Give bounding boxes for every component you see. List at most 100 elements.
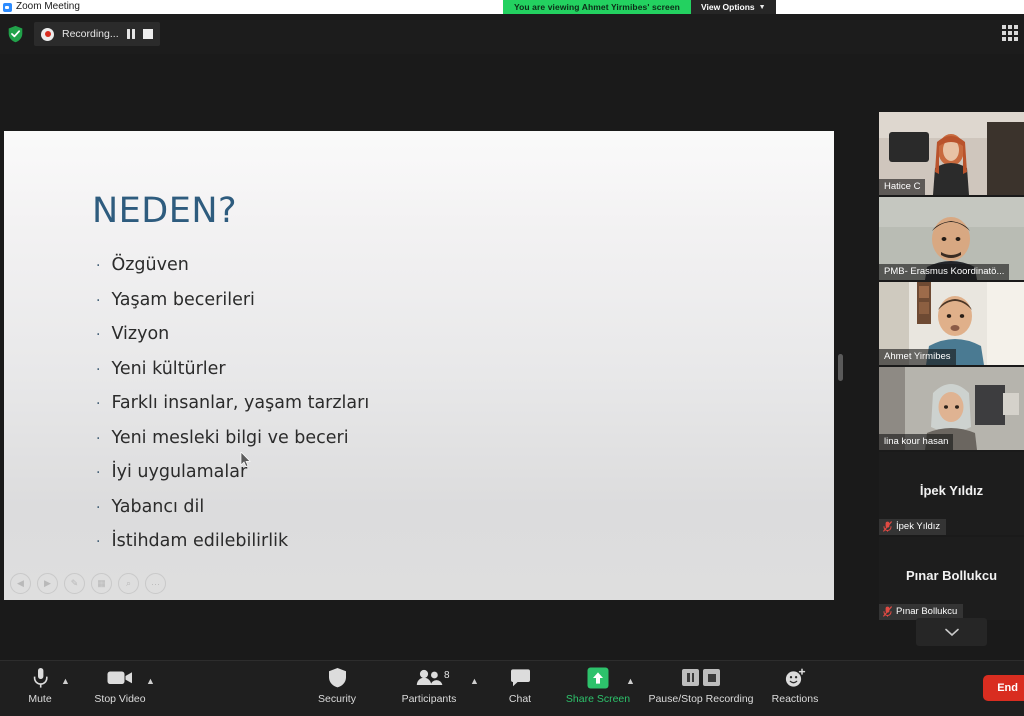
slide-bullet-text: Farklı insanlar, yaşam tarzları — [111, 393, 370, 413]
bullet-dot-icon: · — [96, 327, 101, 343]
mouse-cursor — [240, 452, 251, 467]
end-meeting-button[interactable]: End — [983, 675, 1024, 701]
green-shield-icon[interactable] — [7, 25, 24, 43]
slide-bullet-text: Vizyon — [111, 324, 170, 344]
slide-bullet-item: · Yabancı dil — [96, 496, 756, 518]
recording-label: Recording... — [62, 28, 119, 40]
pause-stop-recording-label: Pause/Stop Recording — [648, 693, 754, 705]
security-label: Security — [318, 693, 356, 705]
recording-controls — [682, 665, 720, 690]
participant-tile-no-video[interactable]: Pınar Bollukcu Pınar Bollukcu — [879, 537, 1024, 620]
microphone-muted-icon — [883, 521, 892, 532]
bullet-dot-icon: · — [96, 499, 101, 516]
participant-tile[interactable]: lina kour hasan — [879, 367, 1024, 450]
participant-name: İpek Yıldız — [896, 521, 941, 532]
mute-label: Mute — [28, 693, 52, 705]
video-camera-icon — [107, 665, 133, 690]
participants-filmstrip: Hatice C PMB- Erasmus Koordinatö... Ahme… — [879, 112, 1024, 660]
reactions-button[interactable]: Reactions — [755, 665, 835, 705]
scroll-down-button[interactable] — [916, 618, 987, 646]
window-title: Zoom Meeting — [16, 1, 80, 12]
participant-name: PMB- Erasmus Koordinatö... — [879, 264, 1010, 280]
slide-bullet-text: İyi uygulamalar — [111, 462, 248, 482]
slide-bullet-item: · Vizyon — [96, 323, 756, 345]
participant-name: Ahmet Yirmibes — [879, 349, 956, 365]
more-options-button[interactable]: ··· — [145, 573, 166, 594]
chevron-down-icon — [944, 628, 959, 636]
slide-bullet-text: İstihdam edilebilirlik — [111, 531, 289, 551]
participants-options-caret-icon[interactable]: ▲ — [469, 675, 480, 686]
participant-tile-no-video[interactable]: İpek Yıldız İpek Yıldız — [879, 452, 1024, 535]
video-options-caret-icon[interactable]: ▲ — [145, 675, 156, 686]
smiley-plus-icon — [784, 665, 806, 690]
slide-bullet-text: Yeni mesleki bilgi ve beceri — [111, 427, 349, 448]
slide-bullet-text: Özgüven — [111, 255, 189, 275]
reactions-label: Reactions — [771, 693, 819, 705]
pause-icon[interactable] — [126, 29, 136, 39]
participants-count-badge: 8 — [444, 670, 450, 681]
slide-bullet-item: · Özgüven — [96, 254, 756, 276]
microphone-muted-icon — [883, 606, 892, 617]
bullet-dot-icon: · — [96, 430, 101, 447]
bullet-dot-icon: · — [96, 534, 101, 550]
chat-button[interactable]: Chat — [480, 665, 560, 705]
presentation-controls: ◀ ▶ ✎ ▦ ⌕ ··· — [10, 573, 166, 594]
participant-tile[interactable]: Hatice C — [879, 112, 1024, 195]
slide-bullet-item: · Farklı insanlar, yaşam tarzları — [96, 392, 756, 414]
slide-bullet-item: · İstihdam edilebilirlik — [96, 530, 756, 552]
audio-options-caret-icon[interactable]: ▲ — [60, 675, 71, 686]
slide-bullet-item: · İyi uygulamalar — [96, 461, 756, 483]
stop-icon[interactable] — [143, 29, 154, 39]
security-button[interactable]: Security — [297, 665, 377, 705]
stop-video-label: Stop Video — [94, 693, 146, 705]
slide-bullet-text: Yabancı dil — [111, 496, 205, 517]
view-options-label: View Options — [700, 2, 755, 12]
slide-bullet-item: · Yeni mesleki bilgi ve beceri — [96, 427, 756, 449]
share-arrow-up-icon — [587, 665, 609, 690]
slide-bullet-list: · Özgüven · Yaşam becerileri · Vizyon · Yeni kü… — [96, 254, 756, 565]
shared-screen-slide: NEDEN? · Özgüven · Yaşam becerileri · Vizyon ·… — [4, 131, 834, 600]
chevron-down-icon: ▼ — [758, 3, 766, 11]
screen-share-banner: You are viewing Ahmet Yirmibes' screen V… — [503, 0, 776, 14]
view-options-button[interactable]: View Options ▼ — [690, 0, 776, 14]
end-meeting-label: End — [997, 682, 1018, 694]
bullet-dot-icon: · — [96, 258, 101, 274]
participant-name: Pınar Bollukcu — [896, 606, 958, 617]
next-slide-button[interactable]: ▶ — [37, 573, 58, 594]
share-options-caret-icon[interactable]: ▲ — [625, 675, 636, 686]
shield-icon — [328, 665, 347, 690]
viewing-screen-label: You are viewing Ahmet Yirmibes' screen — [503, 0, 691, 14]
participant-tile-active-speaker[interactable]: Ahmet Yirmibes — [879, 282, 1024, 365]
stop-icon[interactable] — [703, 669, 720, 686]
grid-icon[interactable] — [1002, 25, 1018, 41]
participant-tile[interactable]: PMB- Erasmus Koordinatö... — [879, 197, 1024, 280]
participant-name-bar: İpek Yıldız — [879, 519, 947, 535]
slide-bullet-item: · Yeni kültürler — [96, 358, 756, 380]
pause-stop-recording-button[interactable]: Pause/Stop Recording — [640, 665, 762, 705]
slide-bullet-text: Yaşam becerileri — [111, 289, 255, 310]
bullet-dot-icon: · — [96, 465, 101, 481]
participant-name: Hatice C — [879, 179, 926, 195]
meeting-toolbar: Mute ▲ Stop Video ▲ Security Participant… — [0, 660, 1024, 716]
participants-button[interactable]: Participants — [389, 665, 469, 705]
pen-tool-button[interactable]: ✎ — [64, 573, 85, 594]
participant-name: lina kour hasan — [879, 434, 954, 450]
zoom-icon — [3, 2, 12, 12]
bullet-dot-icon: · — [96, 396, 101, 412]
record-dot-icon — [41, 27, 54, 41]
pause-icon[interactable] — [682, 669, 699, 686]
all-slides-button[interactable]: ▦ — [91, 573, 112, 594]
bullet-dot-icon: · — [96, 292, 101, 309]
slide-bullet-item: · Yaşam becerileri — [96, 289, 756, 311]
share-screen-label: Share Screen — [565, 693, 631, 705]
microphone-icon — [33, 665, 48, 690]
recording-indicator: Recording... — [34, 22, 161, 46]
slide-bullet-text: Yeni kültürler — [111, 358, 226, 379]
previous-slide-button[interactable]: ◀ — [10, 573, 31, 594]
slide-scrollbar-handle[interactable] — [838, 354, 843, 381]
slide-title: NEDEN? — [92, 191, 238, 231]
bullet-dot-icon: · — [96, 361, 101, 378]
participants-label: Participants — [401, 693, 457, 705]
speech-bubble-icon — [510, 665, 531, 690]
zoom-slide-button[interactable]: ⌕ — [118, 573, 139, 594]
